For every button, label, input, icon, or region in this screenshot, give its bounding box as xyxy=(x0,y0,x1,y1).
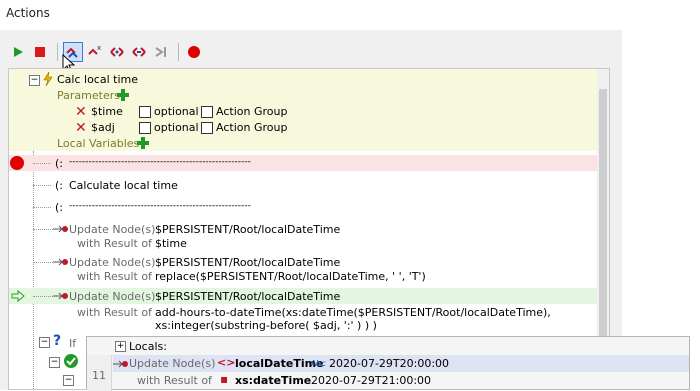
bullet-icon: ▪ xyxy=(220,372,229,386)
add-local-variable-icon[interactable] xyxy=(137,137,149,149)
expand-locals-toggle[interactable]: + xyxy=(115,341,126,352)
update-value[interactable]: add-hours-to-dateTime(xs:dateTime($PERSI… xyxy=(155,306,551,319)
tree-connector xyxy=(33,185,51,186)
lightning-icon xyxy=(43,72,53,86)
optional-checkbox[interactable] xyxy=(139,122,151,134)
play-icon xyxy=(14,47,23,57)
add-parameter-icon[interactable] xyxy=(117,89,129,101)
update-node-icon xyxy=(113,360,128,368)
result-value[interactable]: 2020-07-29T21:00:00 xyxy=(311,374,431,387)
action-group-checkbox[interactable] xyxy=(201,122,213,134)
step-over-back-icon xyxy=(132,47,146,57)
if-keyword[interactable]: If xyxy=(69,337,76,350)
update-keyword: Update Node(s) xyxy=(129,357,216,370)
step-over-back-button[interactable] xyxy=(129,42,149,62)
collapse-toggle[interactable]: − xyxy=(29,75,40,86)
update-target[interactable]: $PERSISTENT/Root/localDateTime xyxy=(155,223,340,236)
parameters-label: Parameters xyxy=(57,89,120,102)
svg-text:x: x xyxy=(97,44,101,52)
update-keyword[interactable]: Update Node(s) xyxy=(69,290,155,303)
update-value[interactable]: $time xyxy=(155,237,187,250)
toolbar-separator xyxy=(178,43,179,61)
code-brackets-icon: <> xyxy=(217,356,236,369)
comment-text[interactable]: Calculate local time xyxy=(69,179,178,192)
remove-parameter-icon[interactable]: ✕ xyxy=(75,104,87,120)
tree-connector xyxy=(33,229,53,230)
parameter-name[interactable]: $time xyxy=(91,105,123,118)
line-number: 11 xyxy=(92,369,106,382)
stop-button[interactable] xyxy=(30,42,50,62)
update-node-icon xyxy=(53,225,68,233)
action-group-checkbox[interactable] xyxy=(201,106,213,118)
update-keyword[interactable]: Update Node(s) xyxy=(69,256,155,269)
run-to-cursor-icon xyxy=(155,47,166,57)
optional-checkbox[interactable] xyxy=(139,106,151,118)
collapse-toggle[interactable]: − xyxy=(49,357,60,368)
update-value-continued[interactable]: xs:integer(substring-before( $adj, ':' )… xyxy=(155,319,377,332)
step-out-icon: x xyxy=(88,44,101,55)
comment-open: (: xyxy=(55,157,63,170)
local-variables-label: Local Variables xyxy=(57,137,140,150)
parameter-name[interactable]: $adj xyxy=(91,121,115,134)
comment-text[interactable]: ----------------------------------------… xyxy=(69,157,251,167)
locals-header: + Locals: xyxy=(87,337,689,356)
tree-connector xyxy=(33,262,53,263)
result-type: xs:dateTime xyxy=(235,374,312,387)
step-over-icon xyxy=(110,47,124,57)
update-value[interactable]: replace($PERSISTENT/Root/localDateTime, … xyxy=(155,270,426,283)
tree-connector xyxy=(33,296,53,297)
locals-tooltip: + Locals: 11 Update Node(s) <> localDate… xyxy=(86,336,690,391)
toolbar-separator xyxy=(57,43,58,61)
help-icon: ? xyxy=(53,333,62,349)
tree-connector xyxy=(33,207,51,208)
run-button[interactable] xyxy=(8,42,28,62)
action-name[interactable]: Calc local time xyxy=(57,73,138,86)
step-out-button[interactable]: x xyxy=(85,42,105,62)
action-group-label: Action Group xyxy=(216,105,288,118)
optional-label: optional xyxy=(154,105,199,118)
comment-open: (: xyxy=(55,179,63,192)
tree-connector xyxy=(33,151,34,389)
local-value[interactable]: 2020-07-29T20:00:00 xyxy=(329,357,449,370)
step-over-button[interactable] xyxy=(107,42,127,62)
update-keyword[interactable]: Update Node(s) xyxy=(69,223,155,236)
update-node-icon xyxy=(53,258,68,266)
with-result-label: with Result of xyxy=(77,237,152,250)
panel-title: Actions xyxy=(6,6,50,20)
type-badge: Abc xyxy=(311,359,326,368)
with-result-label: with Result of xyxy=(77,306,152,319)
check-circle-icon xyxy=(64,354,78,368)
optional-label: optional xyxy=(154,121,199,134)
stop-icon xyxy=(35,47,45,57)
comment-open: (: xyxy=(55,201,63,214)
action-group-label: Action Group xyxy=(216,121,288,134)
update-target[interactable]: $PERSISTENT/Root/localDateTime xyxy=(155,290,340,303)
run-to-cursor-button[interactable] xyxy=(151,42,171,62)
update-target[interactable]: $PERSISTENT/Root/localDateTime xyxy=(155,256,340,269)
breakpoint-button[interactable] xyxy=(184,42,204,62)
remove-parameter-icon[interactable]: ✕ xyxy=(75,120,87,136)
current-step-arrow-icon xyxy=(11,290,25,302)
locals-label: Locals: xyxy=(129,340,167,353)
debug-toolbar: x xyxy=(8,40,206,64)
collapse-toggle[interactable]: − xyxy=(39,337,50,348)
collapse-toggle[interactable]: − xyxy=(63,375,74,386)
with-result-label: with Result of xyxy=(137,374,212,387)
with-result-label: with Result of xyxy=(77,270,152,283)
breakpoint-icon xyxy=(188,46,200,58)
comment-text[interactable]: ----------------------------------------… xyxy=(69,201,251,211)
breakpoint-icon[interactable] xyxy=(9,155,25,171)
scrollbar-thumb[interactable] xyxy=(599,89,607,339)
update-node-icon xyxy=(53,292,68,300)
tree-connector xyxy=(33,163,51,164)
